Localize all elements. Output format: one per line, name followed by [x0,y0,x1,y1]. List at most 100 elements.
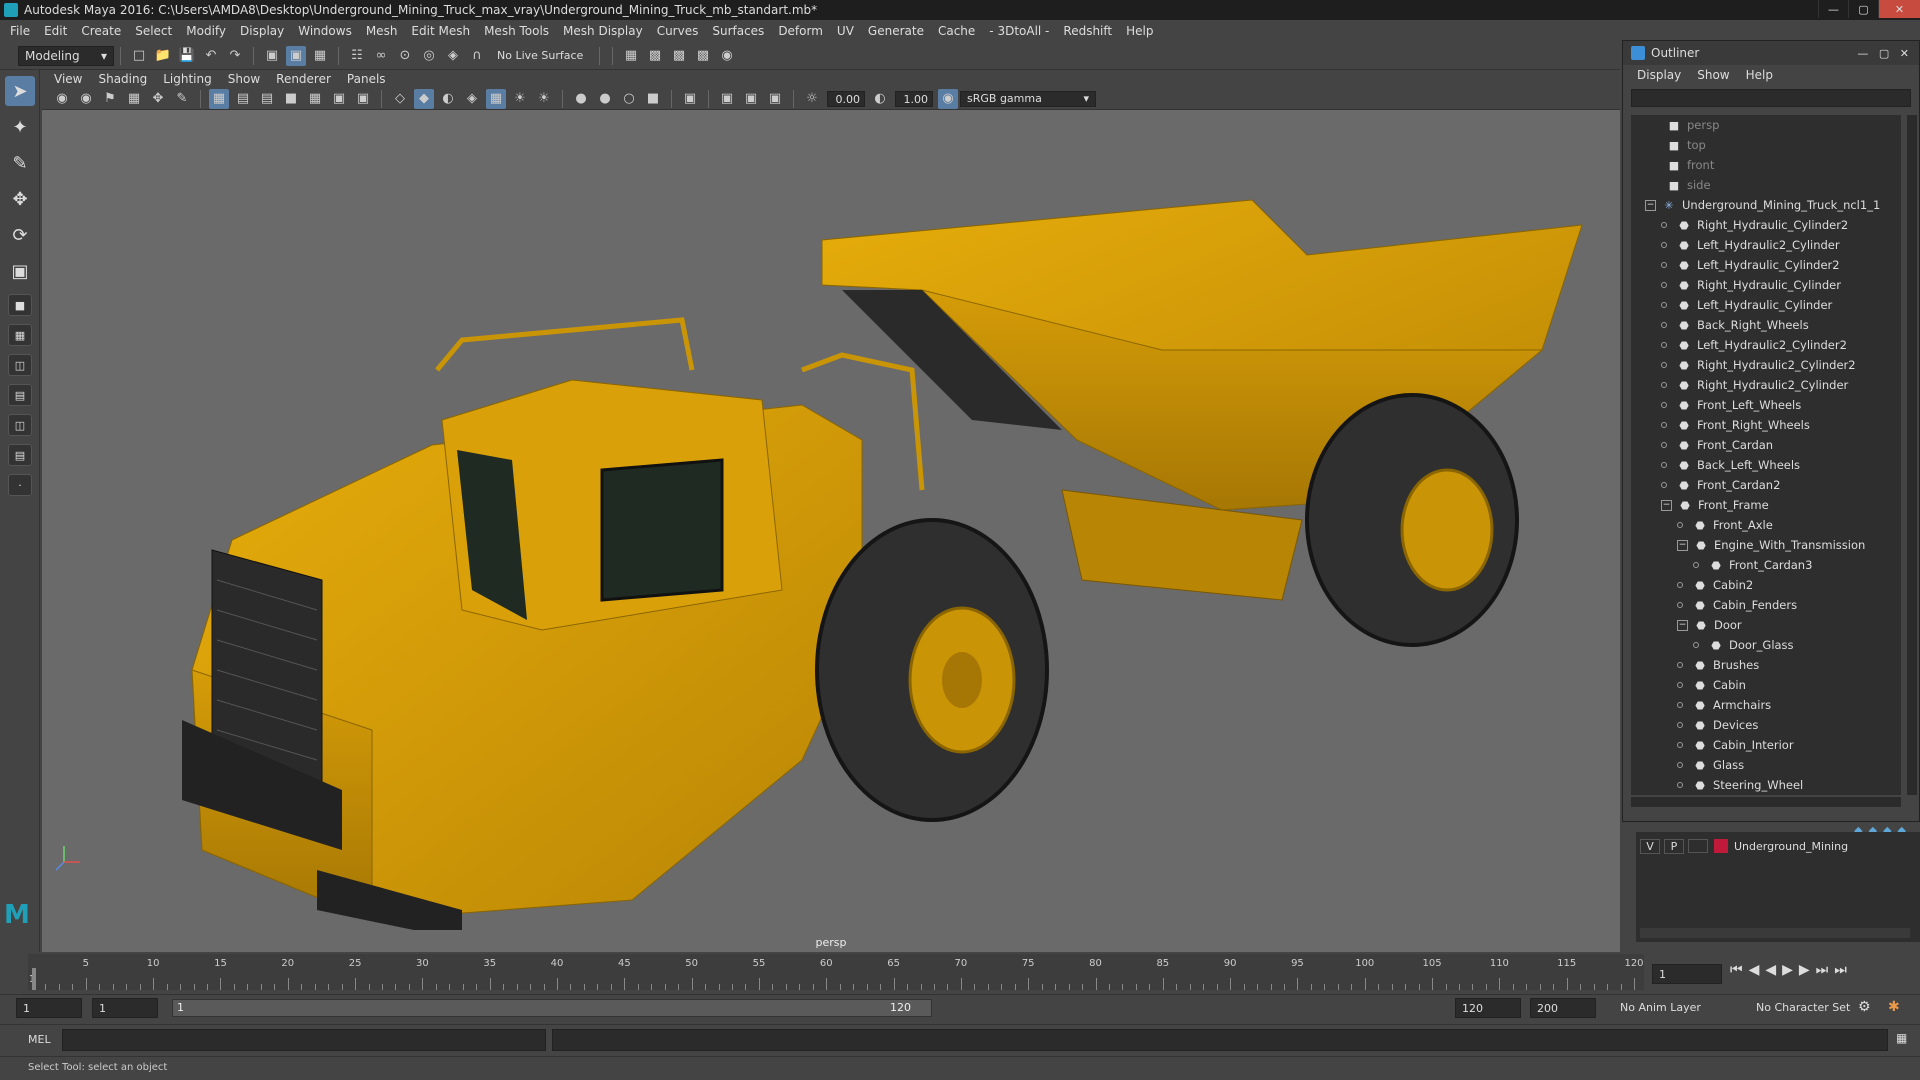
outliner-row[interactable]: ⬣ Armchairs [1631,695,1901,715]
outliner-row[interactable]: ■ side [1631,175,1901,195]
outliner-menu-item[interactable]: Show [1697,68,1729,82]
playback-end-field[interactable]: 120 [1455,998,1521,1018]
snap-magnet-icon[interactable]: ∩ [467,46,487,66]
field-chart-icon[interactable]: ▦ [305,89,325,109]
collapse-toggle-icon[interactable]: − [1677,539,1688,551]
playback-controls[interactable]: ⏮◀◀▶▶⏭⏭ [1730,962,1853,978]
backface-icon[interactable]: ▣ [765,89,785,109]
undo-icon[interactable]: ↶ [201,46,221,66]
outliner-menu-item[interactable]: Help [1746,68,1773,82]
outliner-window-buttons[interactable]: — ▢ ✕ [1857,47,1909,60]
outliner-row[interactable]: ⬣ Left_Hydraulic_Cylinder [1631,295,1901,315]
outliner-search-field[interactable] [1631,89,1911,107]
redo-icon[interactable]: ↷ [225,46,245,66]
outliner-row[interactable]: ⬣ Front_Axle [1631,515,1901,535]
two-view-layout-icon[interactable]: ◫ [8,354,32,376]
command-language-label[interactable]: MEL [28,1033,51,1046]
xray-icon[interactable]: ▦ [486,88,506,109]
menu-item[interactable]: Create [81,24,121,38]
snap-grid-icon[interactable]: ☷ [347,46,367,66]
outliner-row[interactable]: − ⬣ Door [1631,615,1901,635]
persp-outliner-layout-icon[interactable]: ▤ [8,384,32,406]
script-editor-icon[interactable]: ▦ [1896,1031,1907,1045]
auto-key-icon[interactable]: ⚙ [1858,999,1871,1015]
select-hierarchy-icon[interactable]: ▣ [262,46,282,66]
menu-item[interactable]: Mesh Display [563,24,643,38]
snap-view-icon[interactable]: ◎ [419,46,439,66]
outliner-row[interactable]: ⬣ Front_Right_Wheels [1631,415,1901,435]
outliner-row[interactable]: ⬣ Back_Left_Wheels [1631,455,1901,475]
character-set-dropdown[interactable]: No Character Set [1756,1001,1850,1014]
close-button[interactable]: ✕ [1878,0,1920,18]
menu-set-dropdown[interactable]: Modeling ▾ [18,45,114,66]
scale-tool-icon[interactable]: ▣ [5,256,35,286]
outliner-row[interactable]: ⬣ Devices [1631,715,1901,735]
layer-scrollbar[interactable] [1640,928,1910,938]
menu-item[interactable]: Mesh [366,24,398,38]
wireframe-icon[interactable]: ◇ [390,89,410,109]
outliner-row[interactable]: ⬣ Front_Cardan3 [1631,555,1901,575]
film-gate-icon[interactable]: ▤ [233,89,253,109]
viewport-menu-item[interactable]: Renderer [276,72,331,86]
outliner-row[interactable]: ⬣ Right_Hydraulic_Cylinder2 [1631,215,1901,235]
paint-select-icon[interactable]: ✎ [5,148,35,178]
outliner-row[interactable]: ⬣ Cabin_Interior [1631,735,1901,755]
live-surface-label[interactable]: No Live Surface [497,49,593,62]
outliner-menu-item[interactable]: Display [1637,68,1681,82]
ipr-render-icon[interactable]: ▩ [669,46,689,66]
render-view-icon[interactable]: ▩ [693,46,713,66]
two-d-pan-icon[interactable]: ✥ [148,89,168,109]
viewport-menu-item[interactable]: Show [228,72,260,86]
menu-item[interactable]: Select [135,24,172,38]
textured-icon[interactable]: ☀ [510,89,530,109]
menu-item[interactable]: - 3DtoAll - [989,24,1049,38]
outliner-row[interactable]: ⬣ Door_Glass [1631,635,1901,655]
collapse-toggle-icon[interactable]: − [1677,619,1688,631]
command-input[interactable] [62,1029,546,1051]
outliner-row[interactable]: ⬣ Brushes [1631,655,1901,675]
menu-item[interactable]: Deform [778,24,823,38]
menu-item[interactable]: Cache [938,24,975,38]
outliner-row[interactable]: ⬣ Right_Hydraulic2_Cylinder [1631,375,1901,395]
collapse-toggle-icon[interactable]: − [1661,499,1672,511]
outliner-row[interactable]: ⬣ Front_Left_Wheels [1631,395,1901,415]
xray-joints-icon[interactable]: ▣ [717,89,737,109]
gamma-icon[interactable]: ◐ [870,89,890,109]
menu-item[interactable]: Edit [44,24,67,38]
ambient-occlusion-icon[interactable]: ● [595,89,615,109]
snap-surface-icon[interactable]: ◈ [443,46,463,66]
collapse-toggle-icon[interactable]: − [1645,199,1656,211]
outliner-row[interactable]: ⬣ Glass [1631,755,1901,775]
anim-layer-dropdown[interactable]: No Anim Layer [1620,1001,1701,1014]
smooth-shade-icon[interactable]: ◆ [414,88,434,109]
outliner-row[interactable]: ⬣ Left_Hydraulic2_Cylinder [1631,235,1901,255]
outliner-row[interactable]: ⬣ Front_Cardan [1631,435,1901,455]
rotate-tool-icon[interactable]: ⟳ [5,220,35,250]
outliner-row[interactable]: − ✳ Underground_Mining_Truck_ncl1_1 [1631,195,1901,215]
more-layouts-icon[interactable]: · [8,474,32,496]
render-settings-icon[interactable]: ▦ [621,46,641,66]
outliner-row[interactable]: ■ front [1631,155,1901,175]
preferences-icon[interactable]: ✱ [1888,999,1900,1015]
outliner-horizontal-scrollbar[interactable] [1631,797,1901,807]
menu-item[interactable]: Curves [657,24,699,38]
shadows-icon[interactable]: ● [571,89,591,109]
outliner-row[interactable]: ⬣ Back_Right_Wheels [1631,315,1901,335]
select-tool-icon[interactable]: ➤ [5,76,35,106]
snap-point-icon[interactable]: ⊙ [395,46,415,66]
outliner-row[interactable]: − ⬣ Front_Frame [1631,495,1901,515]
playback-start-field[interactable]: 1 [92,998,158,1018]
layer-visibility-toggle[interactable]: V [1640,838,1660,854]
viewport-menu-item[interactable]: View [54,72,82,86]
outliner-row[interactable]: ⬣ Right_Hydraulic_Cylinder [1631,275,1901,295]
outliner-vertical-scrollbar[interactable] [1907,115,1917,795]
mining-truck-model[interactable] [182,199,1583,930]
outliner-row[interactable]: ⬣ Steering_Wheel [1631,775,1901,795]
menu-item[interactable]: Display [240,24,284,38]
menu-item[interactable]: UV [837,24,854,38]
gamma-field[interactable]: 1.00 [895,90,933,107]
use-default-material-icon[interactable]: ◐ [438,89,458,109]
lights-icon[interactable]: ☀ [534,89,554,109]
xray-active-icon[interactable]: ▣ [741,89,761,109]
layer-color-swatch[interactable] [1714,839,1728,853]
